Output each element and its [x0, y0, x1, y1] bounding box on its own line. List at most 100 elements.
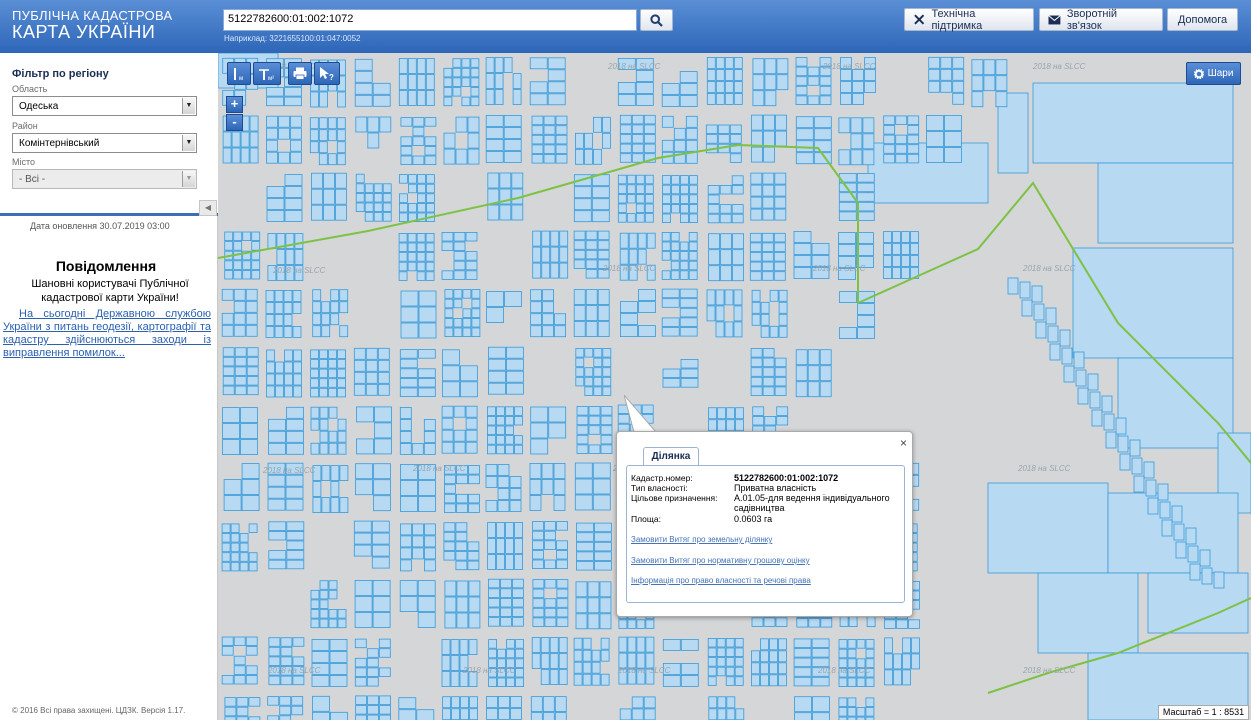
parcel[interactable] [1173, 523, 1185, 541]
parcel[interactable] [292, 656, 305, 666]
parcel[interactable] [762, 172, 775, 185]
parcel[interactable] [513, 406, 523, 416]
parcel[interactable] [441, 441, 454, 454]
parcel[interactable] [511, 204, 524, 221]
parcel[interactable] [883, 144, 896, 154]
parcel[interactable] [593, 522, 612, 533]
parcel[interactable] [637, 289, 656, 302]
parcel[interactable] [398, 697, 417, 710]
parcel[interactable] [233, 288, 246, 301]
parcel[interactable] [593, 348, 603, 358]
parcel[interactable] [441, 671, 451, 687]
parcel[interactable] [1061, 347, 1073, 365]
parcel[interactable] [354, 638, 367, 649]
parcel[interactable] [398, 232, 408, 243]
parcel[interactable] [328, 618, 338, 629]
parcel[interactable] [471, 317, 481, 328]
parcel[interactable] [685, 127, 698, 140]
parcel[interactable] [364, 183, 374, 193]
parcel[interactable] [591, 198, 610, 211]
parcel[interactable] [554, 325, 567, 338]
parcel[interactable] [486, 425, 496, 436]
parcel[interactable] [813, 140, 832, 153]
parcel[interactable] [761, 232, 774, 243]
parcel[interactable] [372, 612, 391, 628]
parcel[interactable] [807, 365, 820, 382]
parcel[interactable] [761, 252, 774, 262]
parcel[interactable] [310, 418, 320, 431]
parcel[interactable] [573, 289, 586, 306]
parcel[interactable] [593, 551, 612, 561]
parcel[interactable] [399, 523, 412, 536]
parcel[interactable] [762, 367, 775, 377]
parcel[interactable] [425, 271, 435, 281]
parcel[interactable] [329, 663, 348, 675]
parcel[interactable] [725, 676, 735, 686]
parcel[interactable] [494, 89, 504, 105]
parcel[interactable] [838, 211, 857, 221]
parcel[interactable] [221, 561, 231, 572]
parcel[interactable] [455, 116, 468, 133]
parcel[interactable] [356, 438, 374, 455]
parcel[interactable] [971, 59, 984, 76]
parcel[interactable] [398, 90, 408, 106]
parcel[interactable] [541, 478, 554, 495]
parcel[interactable] [453, 241, 466, 252]
parcel[interactable] [574, 132, 584, 149]
parcel[interactable] [585, 249, 598, 260]
parcel[interactable] [679, 213, 689, 224]
parcel[interactable] [708, 407, 717, 420]
parcel[interactable] [543, 115, 556, 126]
parcel[interactable] [496, 554, 506, 570]
parcel[interactable] [425, 252, 435, 262]
parcel[interactable] [635, 184, 645, 194]
parcel[interactable] [399, 480, 418, 496]
parcel[interactable] [688, 203, 698, 214]
parcel[interactable] [335, 172, 347, 189]
parcel[interactable] [907, 115, 920, 125]
parcel[interactable] [688, 231, 698, 242]
parcel[interactable] [644, 203, 654, 214]
parcel[interactable] [251, 269, 261, 280]
parcel[interactable] [1107, 492, 1239, 574]
parcel[interactable] [617, 184, 627, 194]
parcel[interactable] [884, 619, 896, 629]
parcel[interactable] [592, 478, 611, 495]
parcel[interactable] [268, 646, 281, 657]
parcel[interactable] [355, 463, 373, 480]
parcel[interactable] [602, 348, 612, 358]
parcel[interactable] [1133, 475, 1145, 493]
parcel[interactable] [407, 90, 417, 106]
parcel[interactable] [245, 675, 258, 685]
parcel[interactable] [729, 153, 742, 163]
parcel[interactable] [838, 677, 848, 688]
parcel[interactable] [221, 542, 231, 553]
parcel[interactable] [838, 697, 848, 707]
parcel[interactable] [752, 90, 765, 107]
parcel[interactable] [705, 124, 718, 135]
parcel[interactable] [733, 305, 743, 322]
parcel[interactable] [355, 705, 368, 715]
parcel[interactable] [752, 415, 765, 426]
parcel[interactable] [398, 174, 408, 184]
parcel[interactable] [487, 588, 500, 598]
parcel[interactable] [496, 522, 506, 538]
parcel[interactable] [940, 56, 953, 69]
parcel[interactable] [285, 474, 304, 487]
parcel[interactable] [399, 387, 418, 398]
parcel[interactable] [720, 249, 733, 266]
parcel[interactable] [573, 186, 592, 199]
parcel[interactable] [399, 547, 412, 560]
parcel[interactable] [1199, 549, 1211, 567]
parcel[interactable] [731, 204, 744, 214]
parcel[interactable] [532, 588, 545, 599]
parcel[interactable] [441, 381, 460, 398]
parcel[interactable] [337, 618, 347, 629]
parcel[interactable] [503, 115, 522, 127]
parcel[interactable] [597, 230, 610, 241]
parcel[interactable] [328, 359, 337, 369]
parcel[interactable] [441, 655, 451, 671]
parcel[interactable] [926, 115, 944, 131]
parcel[interactable] [319, 609, 329, 619]
parcel[interactable] [883, 231, 892, 244]
